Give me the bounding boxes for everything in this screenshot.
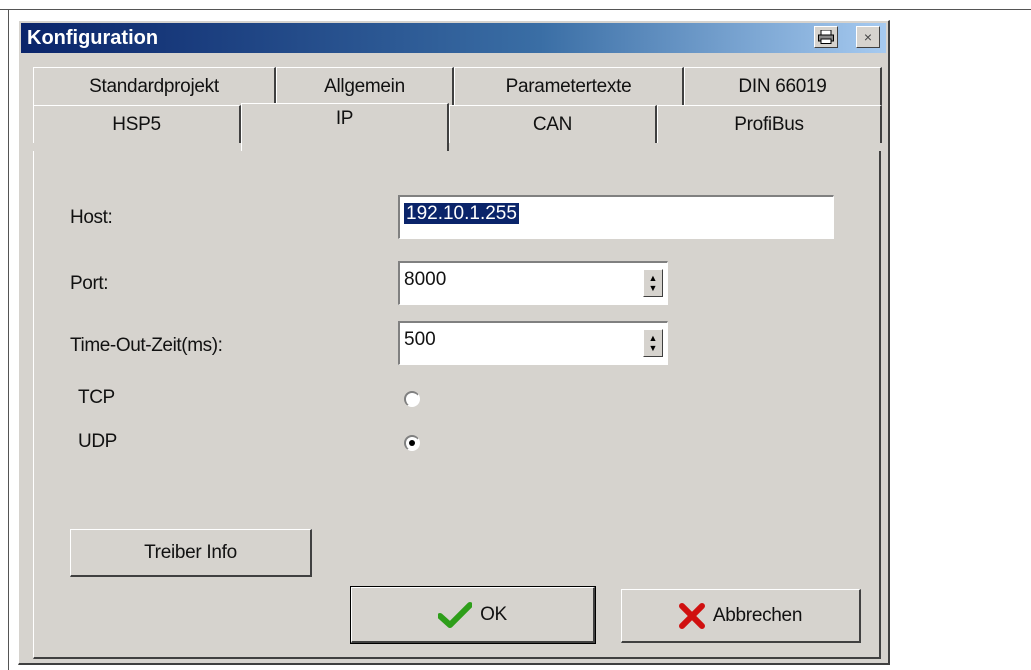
cancel-button[interactable]: Abbrechen [621,589,861,643]
tab-ip[interactable]: IP [241,103,449,153]
host-value: 192.10.1.255 [404,203,519,224]
driver-info-button[interactable]: Treiber Info [70,529,312,577]
tab-parametertexte[interactable]: Parametertexte [454,67,684,105]
ok-button[interactable]: OK [350,586,596,644]
tcp-label: TCP [78,387,115,408]
tab-din-66019[interactable]: DIN 66019 [684,67,882,105]
close-icon[interactable]: × [856,26,880,48]
timeout-label: Time-Out-Zeit(ms): [70,335,223,356]
cancel-label: Abbrechen [712,604,803,626]
port-label: Port: [70,273,109,294]
tab-allgemein[interactable]: Allgemein [276,67,454,105]
port-value: 8000 [404,269,447,290]
tab-panel-ip: Host: 192.10.1.255 Port: 8000 ▲ ▼ Time-Ou… [33,151,881,659]
ok-label: OK [480,603,507,625]
host-label: Host: [70,207,113,228]
page-frame-left [8,9,9,670]
tcp-radio[interactable] [404,391,420,407]
timeout-value: 500 [404,329,436,350]
configuration-dialog: Konfiguration × Standardprojekt Allgemei… [18,20,890,665]
tab-profibus[interactable]: ProfiBus [657,105,882,143]
timeout-stepper[interactable]: 500 ▲ ▼ [398,321,668,365]
printer-icon[interactable] [814,26,838,48]
udp-radio[interactable] [404,435,420,451]
port-spin-icon[interactable]: ▲ ▼ [643,269,663,297]
tab-can[interactable]: CAN [449,105,657,143]
window-title: Konfiguration [27,27,159,49]
radio-selected-dot [409,440,415,446]
title-bar[interactable]: Konfiguration × [21,23,886,53]
host-input[interactable]: 192.10.1.255 [398,195,834,239]
page-frame-top [0,9,1031,10]
tab-standardprojekt[interactable]: Standardprojekt [33,67,276,105]
driver-info-label: Treiber Info [144,541,237,563]
tab-hsp5[interactable]: HSP5 [33,105,241,143]
udp-label: UDP [78,431,117,452]
timeout-spin-icon[interactable]: ▲ ▼ [643,329,663,357]
port-stepper[interactable]: 8000 ▲ ▼ [398,261,668,305]
checkmark-icon [438,601,473,628]
cancel-x-icon [678,602,705,629]
